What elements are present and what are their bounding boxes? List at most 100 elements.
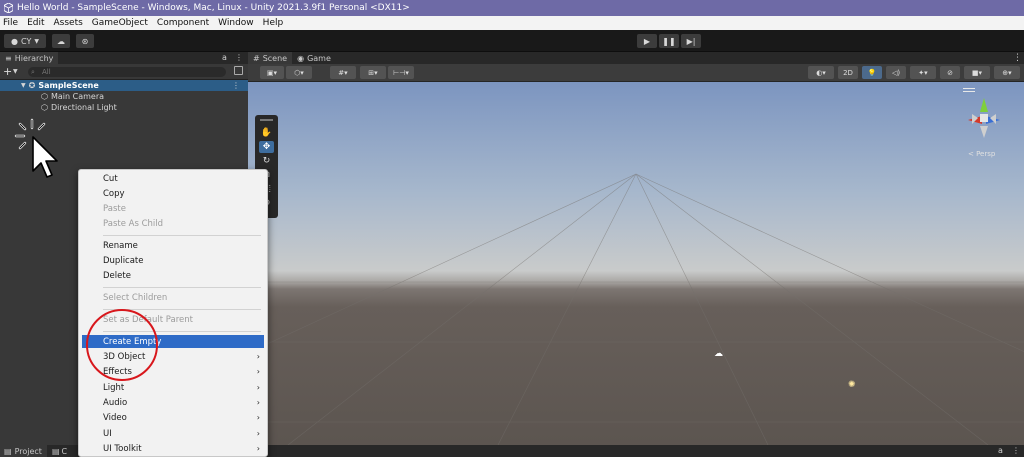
menu-item-label: UI: [103, 428, 112, 439]
hierarchy-item-main-camera[interactable]: ⬡ Main Camera: [0, 91, 248, 102]
menu-item-label: Paste: [103, 203, 126, 214]
rotate-tool-button[interactable]: ↻: [259, 155, 274, 167]
menu-item-cut[interactable]: Cut: [82, 172, 264, 185]
step-button[interactable]: ▶|: [681, 34, 701, 48]
menu-item-copy[interactable]: Copy: [82, 187, 264, 200]
hand-tool-button[interactable]: ✋: [259, 127, 274, 139]
ground-grid: [248, 173, 1024, 445]
menu-separator: [103, 235, 261, 236]
step-icon: ▶|: [686, 36, 696, 46]
console-icon: ▤: [51, 446, 60, 456]
tab-game-label: Game: [307, 53, 331, 63]
menu-assets[interactable]: Assets: [54, 18, 83, 28]
menu-item-paste: Paste: [82, 202, 264, 215]
move-tool-button[interactable]: ✥: [259, 141, 274, 153]
hierarchy-item-directional-light[interactable]: ⬡ Directional Light: [0, 102, 248, 113]
collab-button[interactable]: ⊛: [76, 34, 94, 48]
scene-orientation-gizmo[interactable]: < Persp: [956, 86, 1016, 164]
menu-item-audio[interactable]: Audio ›: [82, 396, 264, 409]
pause-button[interactable]: ❚❚: [659, 34, 679, 48]
gizmo-view-label[interactable]: < Persp: [968, 150, 995, 158]
scene-more-icon[interactable]: ⋮: [232, 81, 240, 90]
folder-icon: ▤: [4, 446, 12, 456]
more-options-icon[interactable]: ⋮: [1013, 53, 1022, 63]
tab-project[interactable]: ▤ Project: [0, 445, 47, 457]
2d-label: 2D: [843, 68, 853, 77]
more-options-icon[interactable]: ⋮: [235, 53, 243, 62]
scene-viewport[interactable]: ✋ ✥ ↻ ⧉ ⬚ ⊕ < Persp ☁ ✺: [248, 82, 1024, 445]
tab-console[interactable]: ▤ C: [47, 445, 72, 457]
menu-item-delete[interactable]: Delete: [82, 269, 264, 282]
gizmos-dropdown[interactable]: ⊕▾: [994, 66, 1020, 79]
scene-visibility-icon[interactable]: [234, 66, 243, 75]
add-icon[interactable]: +: [3, 65, 12, 78]
menu-bar: File Edit Assets GameObject Component Wi…: [0, 16, 1024, 30]
expand-arrow-icon[interactable]: ▼: [21, 82, 26, 89]
annotation-circle: [86, 309, 158, 381]
chevron-right-icon: ›: [256, 413, 260, 422]
menu-item-video[interactable]: Video ›: [82, 411, 264, 424]
chevron-right-icon: ›: [256, 444, 260, 453]
render-mode-dropdown[interactable]: ⬡▾: [286, 66, 312, 79]
cloud-button[interactable]: ☁: [52, 34, 70, 48]
search-input[interactable]: ⌕ All: [28, 67, 226, 77]
lock-icon[interactable]: a: [222, 53, 227, 62]
camera-settings-dropdown[interactable]: ■▾: [964, 66, 990, 79]
menu-edit[interactable]: Edit: [27, 18, 44, 28]
effects-dropdown[interactable]: ✦▾: [910, 66, 936, 79]
camera-gizmo-icon[interactable]: ☁: [714, 349, 723, 359]
chevron-down-icon[interactable]: ▼: [13, 68, 18, 75]
increment-snap-dropdown[interactable]: ⊞▾: [360, 66, 386, 79]
sphere-icon: ◐▾: [816, 68, 826, 77]
chevron-right-icon: ›: [256, 367, 260, 376]
menu-gameobject[interactable]: GameObject: [92, 18, 148, 28]
menu-item-light[interactable]: Light ›: [82, 381, 264, 394]
gameobject-icon: ⬡: [41, 103, 48, 112]
tab-hierarchy[interactable]: ≡ Hierarchy: [0, 52, 59, 64]
menu-window[interactable]: Window: [218, 18, 254, 28]
2d-toggle[interactable]: 2D: [838, 66, 858, 79]
hidden-objects-toggle[interactable]: ⊘: [940, 66, 960, 79]
account-dropdown[interactable]: ● CY ▼: [4, 34, 46, 48]
audio-toggle[interactable]: ◁): [886, 66, 906, 79]
lighting-toggle[interactable]: 💡: [862, 66, 882, 79]
menu-file[interactable]: File: [3, 18, 18, 28]
menu-item-ui[interactable]: UI ›: [82, 427, 264, 440]
search-icon: ⌕: [31, 68, 35, 76]
light-gizmo-icon[interactable]: ✺: [848, 380, 856, 390]
menu-item-rename[interactable]: Rename: [82, 239, 264, 252]
camera-mode-dropdown[interactable]: ◐▾: [808, 66, 834, 79]
menu-component[interactable]: Component: [157, 18, 209, 28]
menu-item-duplicate[interactable]: Duplicate: [82, 254, 264, 267]
menu-help[interactable]: Help: [263, 18, 284, 28]
cloud-icon: ☁: [57, 36, 65, 46]
search-placeholder: All: [42, 68, 51, 76]
drag-handle-icon[interactable]: [260, 119, 273, 121]
scene-panel: # Scene ◉ Game ⋮ ▣▾ ⬡▾ #▾ ⊞▾ ⊢⊣▾ ◐▾ 2D 💡…: [248, 52, 1024, 445]
tab-scene-label: Scene: [262, 53, 288, 63]
menu-separator: [103, 287, 261, 288]
gizmo-menu-icon[interactable]: [963, 88, 975, 89]
more-options-icon[interactable]: ⋮: [1012, 446, 1020, 455]
collab-icon: ⊛: [81, 36, 89, 46]
account-label: CY: [21, 36, 32, 46]
grid-icon: #: [253, 53, 260, 63]
tab-game[interactable]: ◉ Game: [292, 52, 336, 64]
draw-mode-dropdown[interactable]: ▣▾: [260, 66, 284, 79]
menu-item-label: Light: [103, 382, 125, 393]
menu-item-ui-toolkit[interactable]: UI Toolkit ›: [82, 442, 264, 455]
play-button[interactable]: ▶: [637, 34, 657, 48]
hierarchy-item-label: Directional Light: [50, 103, 117, 112]
menu-item-label: Audio: [103, 397, 128, 408]
scale-snap-dropdown[interactable]: ⊢⊣▾: [388, 66, 414, 79]
menu-item-label: Paste As Child: [103, 218, 164, 229]
lock-icon[interactable]: a: [998, 446, 1003, 455]
tab-scene[interactable]: # Scene: [248, 52, 293, 64]
hierarchy-scene-row[interactable]: ▼ ✪ SampleScene ⋮: [0, 80, 248, 91]
unity-logo-icon: [3, 3, 13, 13]
rotate-icon: ↻: [262, 156, 271, 166]
move-icon: ✥: [262, 142, 271, 152]
chevron-right-icon: ›: [256, 398, 260, 407]
grid-snap-dropdown[interactable]: #▾: [330, 66, 356, 79]
eye-off-icon: ⊘: [947, 68, 953, 77]
